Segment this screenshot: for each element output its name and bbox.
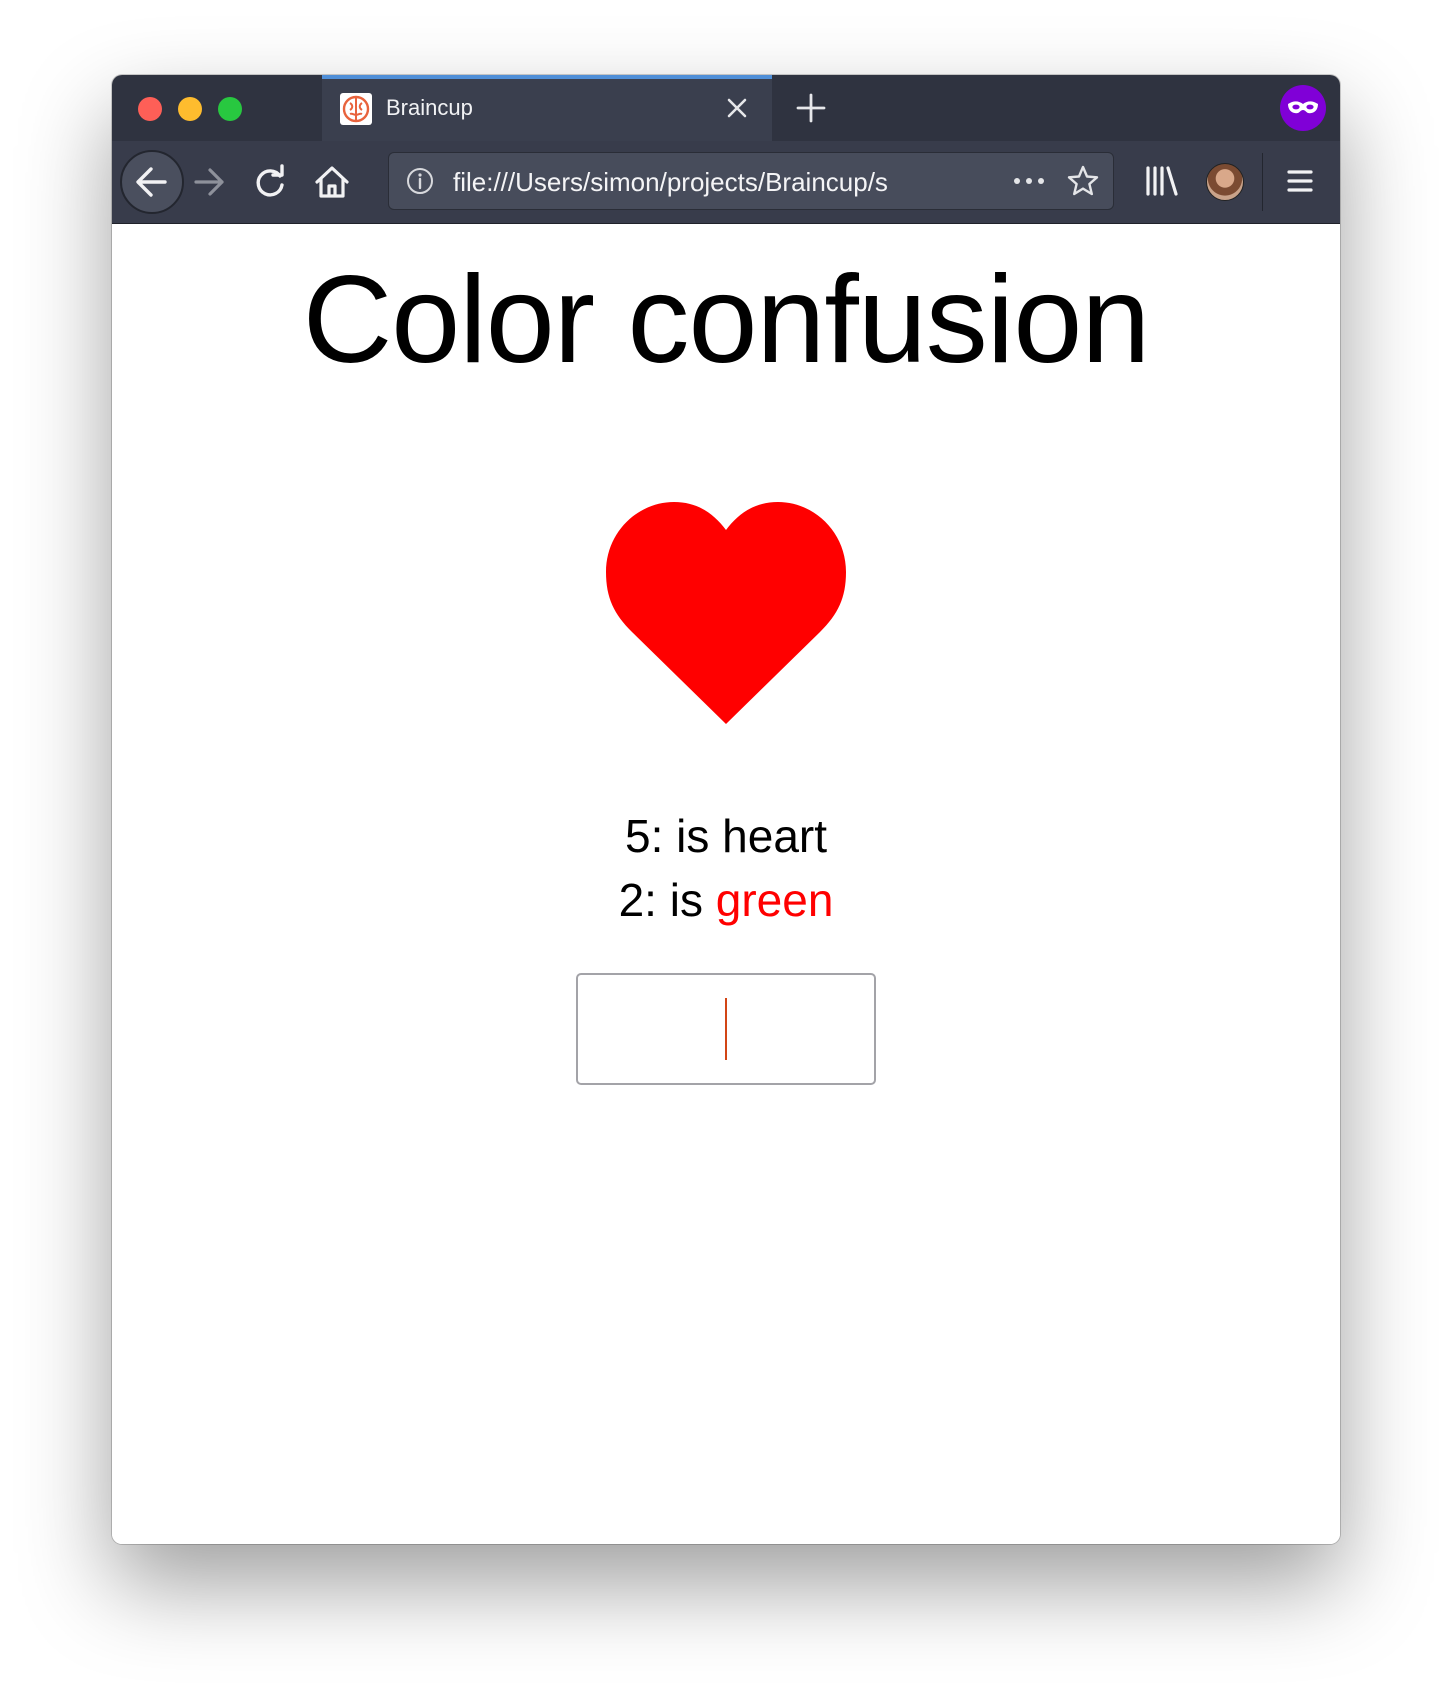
window-minimize-button[interactable]: [178, 97, 202, 121]
arrow-right-icon: [194, 168, 224, 196]
clue-color: 2: is green: [112, 873, 1340, 927]
window-close-button[interactable]: [138, 97, 162, 121]
forward-button[interactable]: [182, 154, 238, 210]
reload-button[interactable]: [242, 154, 298, 210]
clue-term: green: [715, 874, 834, 926]
window-zoom-button[interactable]: [218, 97, 242, 121]
plus-icon[interactable]: [792, 89, 830, 127]
braincup-favicon-icon: [340, 93, 372, 125]
toolbar-divider: [1262, 153, 1263, 211]
reload-icon: [256, 164, 284, 197]
clue-text: is: [676, 810, 710, 862]
home-button[interactable]: [304, 154, 360, 210]
browser-window: Braincup file:///Users/simon/projects/Br…: [112, 75, 1340, 1544]
clue-text: is: [669, 874, 703, 926]
navigation-toolbar: file:///Users/simon/projects/Braincup/s: [112, 141, 1340, 224]
star-icon[interactable]: [1065, 163, 1101, 199]
page-content: Color confusion 5: is heart 2: is green: [112, 224, 1340, 1544]
library-icon[interactable]: [1138, 158, 1186, 204]
clue-number: 2:: [618, 874, 657, 926]
more-horizontal-icon[interactable]: [1009, 168, 1049, 194]
arrow-left-icon: [136, 167, 167, 197]
tab-strip: Braincup: [112, 75, 1340, 141]
url-text[interactable]: file:///Users/simon/projects/Braincup/s: [453, 167, 953, 198]
private-browsing-mask-icon[interactable]: [1280, 85, 1326, 131]
hamburger-menu-icon[interactable]: [1276, 158, 1324, 204]
tab-title: Braincup: [386, 95, 473, 120]
avatar[interactable]: [1206, 163, 1244, 201]
info-icon[interactable]: [405, 166, 435, 196]
close-icon[interactable]: [720, 91, 754, 125]
back-button[interactable]: [120, 150, 184, 214]
clue-term: heart: [722, 810, 828, 862]
heart-shape: [606, 502, 846, 724]
text-caret: [725, 998, 727, 1060]
page-title: Color confusion: [302, 251, 1151, 389]
home-icon: [315, 166, 349, 198]
clue-number: 5:: [624, 810, 664, 862]
clue-shape: 5: is heart: [112, 809, 1340, 863]
tab-braincup[interactable]: Braincup: [322, 75, 772, 141]
address-bar[interactable]: file:///Users/simon/projects/Braincup/s: [388, 152, 1114, 210]
